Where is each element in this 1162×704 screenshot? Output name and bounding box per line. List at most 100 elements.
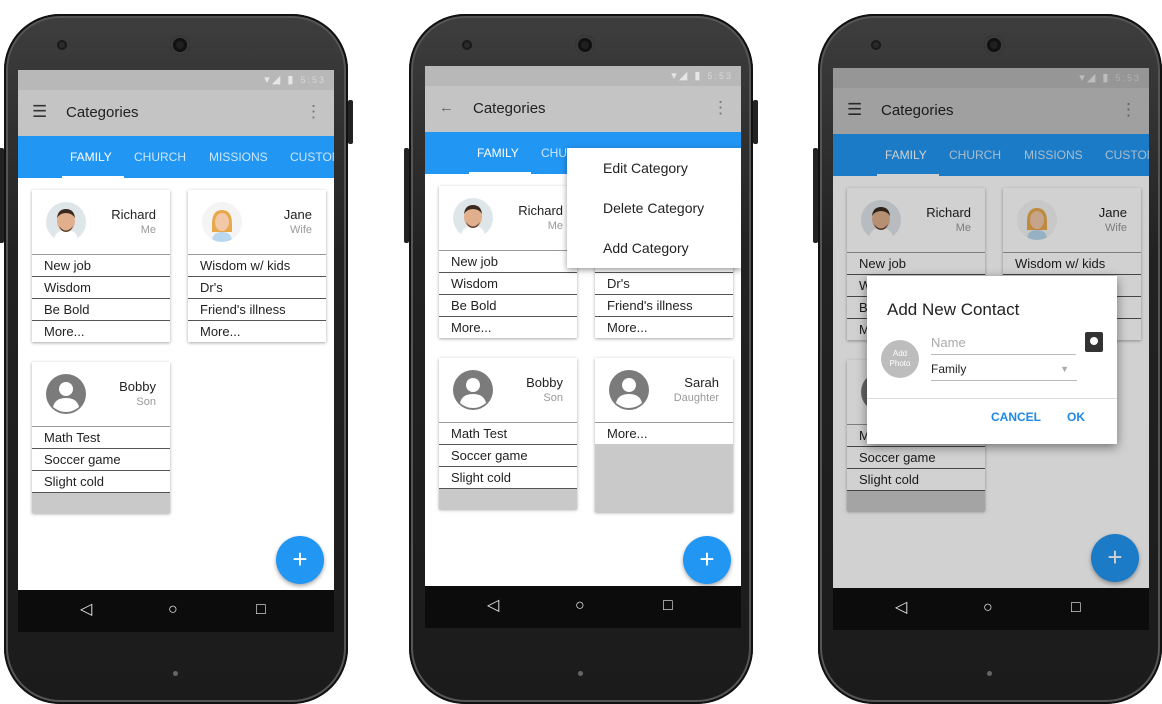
hamburger-menu-icon[interactable]: ☰ bbox=[32, 102, 47, 122]
list-item[interactable]: Be Bold bbox=[439, 295, 577, 317]
screen: ▾◢ ▮ 5:53 ← Categories ⋮ FAMILY CHURCH R… bbox=[425, 66, 741, 628]
list-item[interactable]: New job bbox=[439, 251, 577, 273]
back-nav-icon[interactable]: ◁ bbox=[895, 598, 907, 618]
back-nav-icon[interactable]: ◁ bbox=[487, 596, 499, 616]
prayer-list: Math Test Soccer game Slight cold bbox=[32, 427, 170, 493]
contact-card-jane[interactable]: Jane Wife Wisdom w/ kids Dr's Friend's i… bbox=[188, 190, 326, 342]
dialog-title: Add New Contact bbox=[887, 300, 1020, 319]
prayer-list: More... bbox=[595, 423, 733, 444]
category-tabs: FAMILY CHURCH MISSIONS CUSTOM bbox=[18, 136, 334, 178]
page-title: Categories bbox=[473, 100, 546, 117]
contact-card-richard[interactable]: Richard Me New job Wisdom Be Bold More..… bbox=[32, 190, 170, 342]
contact-role: Son bbox=[543, 392, 563, 404]
list-item[interactable]: Slight cold bbox=[439, 467, 577, 489]
add-photo-label-line2: Photo bbox=[889, 359, 911, 368]
front-camera bbox=[575, 35, 595, 55]
contact-card-bobby[interactable]: Bobby Son Math Test Soccer game Slight c… bbox=[32, 362, 170, 513]
tab-indicator bbox=[62, 176, 124, 178]
more-link[interactable]: More... bbox=[188, 321, 326, 342]
prayer-list: Wisdom w/ kids Dr's Friend's illness Mor… bbox=[188, 255, 326, 342]
home-nav-icon[interactable]: ○ bbox=[168, 600, 178, 620]
menu-item-edit-category[interactable]: Edit Category bbox=[567, 148, 741, 188]
list-item[interactable]: Friend's illness bbox=[188, 299, 326, 321]
system-nav-bar: ◁ ○ □ bbox=[833, 588, 1149, 630]
contact-card-richard[interactable]: Richard Me New job Wisdom Be Bold More..… bbox=[439, 186, 577, 338]
overflow-menu-icon[interactable]: ⋮ bbox=[712, 98, 729, 118]
prayer-list: Math Test Soccer game Slight cold bbox=[439, 423, 577, 489]
ok-button[interactable]: OK bbox=[1067, 410, 1085, 424]
contact-role: Me bbox=[547, 220, 563, 232]
contact-name: Jane bbox=[283, 207, 312, 222]
list-item[interactable]: Soccer game bbox=[439, 445, 577, 467]
volume-button bbox=[404, 148, 409, 243]
phone-frame-2: ▾◢ ▮ 5:53 ← Categories ⋮ FAMILY CHURCH R… bbox=[404, 14, 758, 704]
card-footer bbox=[595, 444, 733, 512]
list-item[interactable]: Math Test bbox=[439, 423, 577, 445]
list-item[interactable]: Soccer game bbox=[32, 449, 170, 471]
screen: ▾◢ ▮ 5:53 ☰ Categories ⋮ FAMILY CHURCH M… bbox=[18, 70, 334, 632]
list-item[interactable]: Be Bold bbox=[32, 299, 170, 321]
more-link[interactable]: More... bbox=[595, 423, 733, 444]
contact-picker-icon[interactable] bbox=[1085, 332, 1103, 352]
more-link[interactable]: More... bbox=[595, 317, 733, 338]
contact-card-bobby[interactable]: Bobby Son Math Test Soccer game Slight c… bbox=[439, 358, 577, 509]
group-select[interactable]: Family ▼ bbox=[931, 358, 1077, 381]
list-item[interactable]: Dr's bbox=[595, 273, 733, 295]
recents-nav-icon[interactable]: □ bbox=[256, 600, 266, 620]
cancel-button[interactable]: CANCEL bbox=[991, 410, 1041, 424]
overflow-menu-icon[interactable]: ⋮ bbox=[305, 102, 322, 122]
volume-button bbox=[0, 148, 4, 243]
contact-role: Me bbox=[140, 224, 156, 236]
tab-missions[interactable]: MISSIONS bbox=[209, 150, 268, 164]
overflow-menu: Edit Category Delete Category Add Catego… bbox=[567, 148, 741, 268]
list-item[interactable]: Wisdom bbox=[32, 277, 170, 299]
home-nav-icon[interactable]: ○ bbox=[983, 598, 993, 618]
contact-card-sarah[interactable]: Sarah Daughter More... bbox=[595, 358, 733, 512]
back-arrow-icon[interactable]: ← bbox=[439, 98, 454, 118]
menu-item-add-category[interactable]: Add Category bbox=[567, 228, 741, 268]
contact-name: Bobby bbox=[526, 375, 563, 390]
home-nav-icon[interactable]: ○ bbox=[575, 596, 585, 616]
battery-icon: ▮ bbox=[694, 70, 703, 82]
list-item[interactable]: New job bbox=[32, 255, 170, 277]
more-link[interactable]: More... bbox=[32, 321, 170, 342]
dropdown-arrow-icon: ▼ bbox=[1060, 364, 1069, 374]
more-link[interactable]: More... bbox=[439, 317, 577, 338]
list-item[interactable]: Slight cold bbox=[32, 471, 170, 493]
tab-church[interactable]: CHURCH bbox=[134, 150, 186, 164]
menu-item-delete-category[interactable]: Delete Category bbox=[567, 188, 741, 228]
power-button bbox=[348, 100, 353, 144]
recents-nav-icon[interactable]: □ bbox=[663, 596, 673, 616]
tab-custom[interactable]: CUSTOM bbox=[290, 150, 334, 164]
status-clock: 5:53 bbox=[300, 75, 326, 85]
back-nav-icon[interactable]: ◁ bbox=[80, 600, 92, 620]
list-item[interactable]: Wisdom w/ kids bbox=[188, 255, 326, 277]
add-fab-button[interactable]: + bbox=[683, 536, 731, 584]
default-avatar-icon bbox=[453, 370, 493, 410]
proximity-sensor bbox=[871, 40, 881, 50]
page-title: Categories bbox=[66, 104, 139, 121]
status-bar: ▾◢ ▮ 5:53 bbox=[425, 66, 741, 86]
contact-role: Son bbox=[136, 396, 156, 408]
battery-icon: ▮ bbox=[287, 74, 296, 86]
system-nav-bar: ◁ ○ □ bbox=[425, 586, 741, 628]
prayer-list: New job Wisdom Be Bold More... bbox=[32, 255, 170, 342]
tab-family[interactable]: FAMILY bbox=[477, 146, 519, 160]
default-avatar-icon bbox=[609, 370, 649, 410]
card-footer bbox=[32, 493, 170, 513]
signal-icon: ▾◢ bbox=[264, 74, 283, 86]
add-fab-button[interactable]: + bbox=[276, 536, 324, 584]
name-input[interactable] bbox=[931, 330, 1076, 355]
list-item[interactable]: Wisdom bbox=[439, 273, 577, 295]
tab-family[interactable]: FAMILY bbox=[70, 150, 112, 164]
list-item[interactable]: Friend's illness bbox=[595, 295, 733, 317]
proximity-sensor bbox=[462, 40, 472, 50]
add-contact-dialog: Add New Contact Add Photo Family ▼ CANCE… bbox=[867, 276, 1117, 444]
list-item[interactable]: Dr's bbox=[188, 277, 326, 299]
contact-name: Sarah bbox=[684, 375, 719, 390]
recents-nav-icon[interactable]: □ bbox=[1071, 598, 1081, 618]
add-photo-button[interactable]: Add Photo bbox=[881, 340, 919, 378]
list-item[interactable]: Math Test bbox=[32, 427, 170, 449]
screen: ▾◢ ▮ 5:53 ☰ Categories ⋮ FAMILY CHURCH M… bbox=[833, 68, 1149, 630]
app-bar: ☰ Categories ⋮ bbox=[18, 90, 334, 136]
